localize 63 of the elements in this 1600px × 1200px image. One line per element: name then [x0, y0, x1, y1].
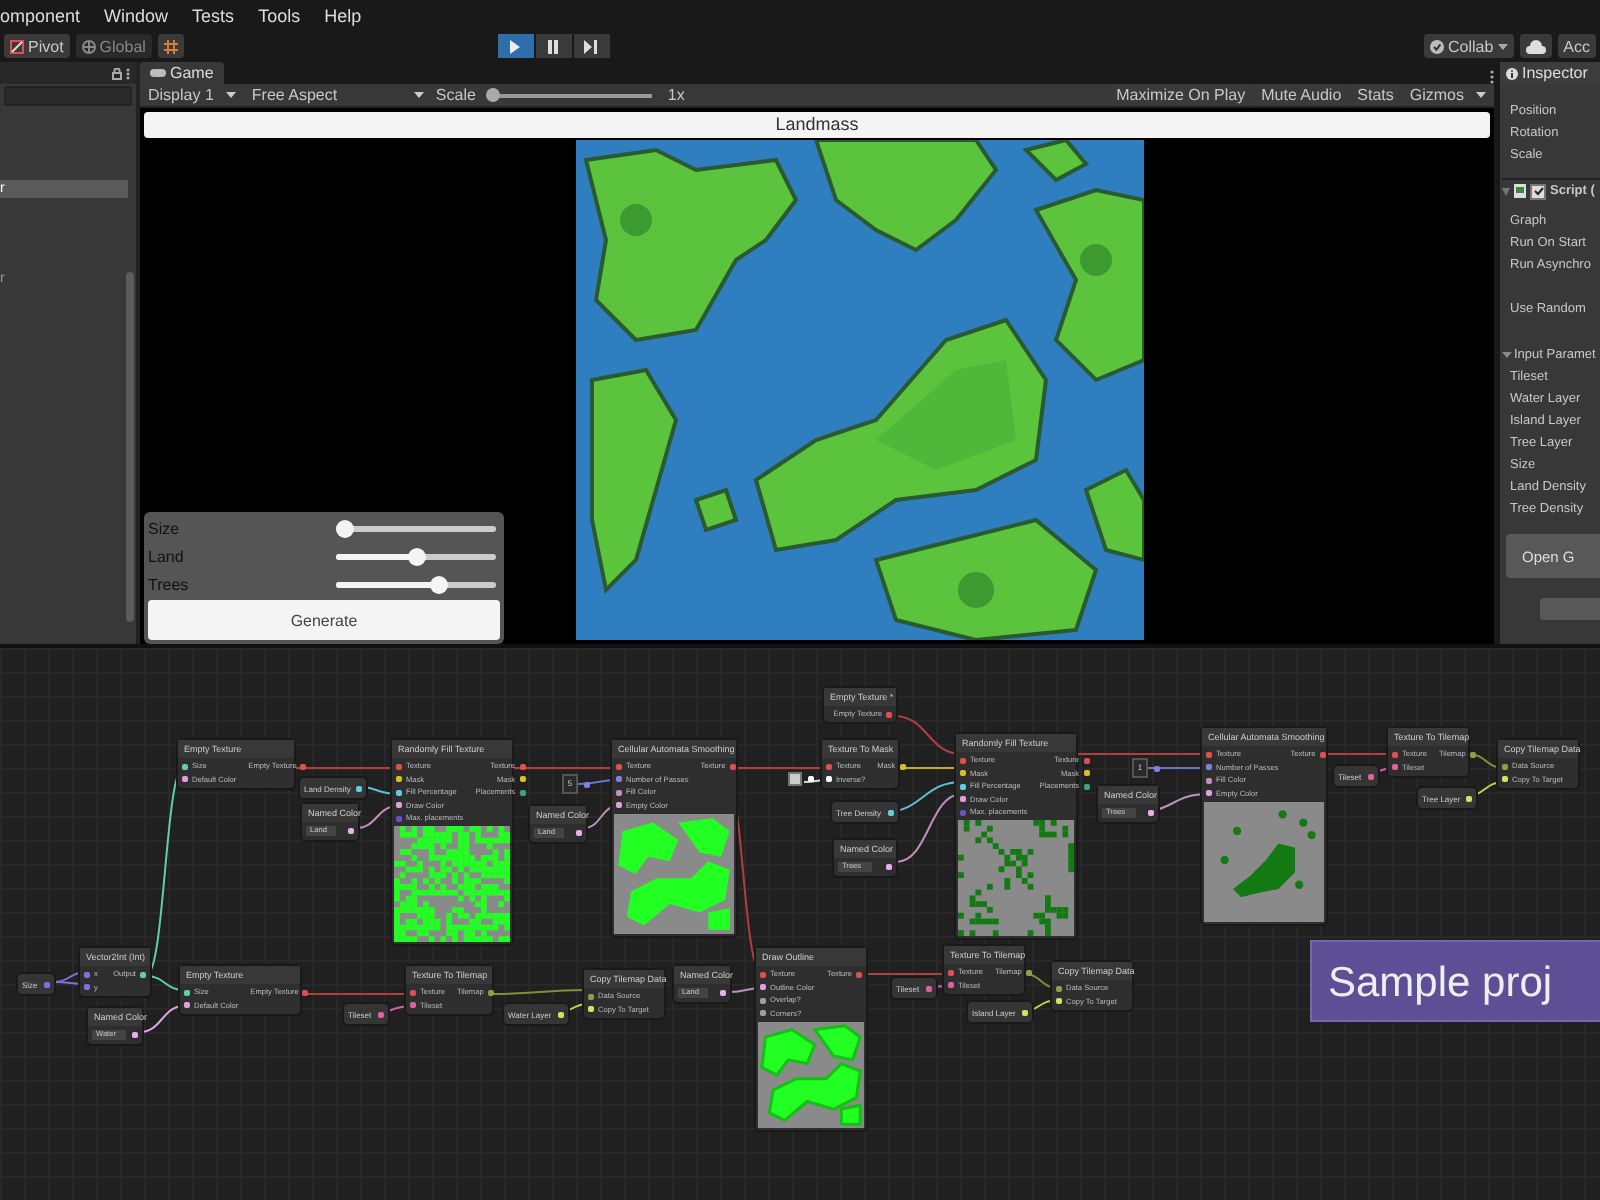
grid-snap-button[interactable] [157, 34, 184, 58]
scrollbar[interactable] [126, 272, 134, 622]
texture-preview-drawing [614, 813, 734, 933]
slider-label: Land [148, 547, 184, 565]
scale-label: Scale [435, 86, 476, 104]
slider-thumb[interactable] [336, 519, 354, 537]
toggle-button[interactable]: Stats [1353, 85, 1398, 105]
generate-button[interactable]: Generate [148, 600, 500, 640]
toggle-button[interactable]: Mute Audio [1257, 85, 1346, 105]
enabled-checkbox[interactable] [1530, 183, 1546, 199]
inspector-tab[interactable]: Inspector [1500, 62, 1600, 84]
step-icon [584, 39, 599, 53]
cloud-button[interactable] [1519, 34, 1552, 58]
menu-item[interactable]: Help [324, 5, 362, 25]
pivot-button[interactable]: Pivot [4, 34, 70, 58]
menu-item[interactable]: Tools [258, 5, 301, 25]
info-icon [1506, 67, 1518, 79]
game-title: Landmass [144, 112, 1490, 138]
texture-preview-drawing [958, 820, 1074, 936]
caret-icon [1497, 43, 1508, 49]
account-button[interactable]: Acc [1557, 34, 1597, 58]
check-icon [1533, 186, 1543, 196]
check-circle-icon [1429, 39, 1444, 53]
pause-icon [546, 39, 561, 53]
play-button[interactable] [497, 34, 534, 58]
caret-icon[interactable] [1502, 187, 1510, 195]
pause-button[interactable] [535, 34, 572, 58]
menu-item[interactable]: Tests [192, 5, 235, 25]
slider-thumb[interactable] [408, 547, 426, 565]
step-button[interactable] [573, 34, 610, 58]
game-tab[interactable]: Game [140, 62, 224, 84]
caret-icon [413, 92, 424, 98]
texture-preview-drawing [394, 826, 510, 942]
slider-label: Trees [148, 575, 189, 593]
texture-preview-drawing [1204, 801, 1324, 921]
texture-preview-drawing [758, 1021, 864, 1127]
pivot-icon [10, 39, 24, 53]
gizmos-dropdown[interactable]: Gizmos [1405, 86, 1490, 104]
cloud-icon [1525, 39, 1546, 53]
slider[interactable] [336, 581, 496, 587]
toggle-button[interactable]: Maximize On Play [1112, 85, 1250, 105]
caret-icon [1476, 92, 1486, 98]
menu-item[interactable]: Window [104, 5, 169, 25]
play-icon [508, 39, 523, 53]
globe-icon [81, 39, 96, 53]
menu-item[interactable]: omponent [0, 5, 81, 25]
slider[interactable] [336, 553, 496, 559]
slider[interactable] [336, 525, 496, 531]
lock-icon[interactable] [112, 67, 122, 79]
display-dropdown[interactable]: Display 1 [144, 86, 240, 104]
toggle-checkbox[interactable] [788, 772, 802, 786]
caret-icon [225, 92, 236, 98]
sample-project-banner: Sample proj [1310, 940, 1600, 1022]
scale-value: 1x [667, 86, 685, 104]
caret-icon[interactable] [1502, 350, 1512, 360]
global-button[interactable]: Global [75, 34, 152, 58]
collab-dropdown[interactable]: Collab [1423, 34, 1514, 58]
grid-icon [163, 39, 178, 53]
script-icon [1514, 184, 1526, 198]
aspect-dropdown[interactable]: Free Aspect [247, 86, 428, 104]
slider-thumb[interactable] [429, 575, 448, 593]
slider-label: Size [148, 519, 180, 537]
slider-thumb[interactable] [485, 87, 500, 101]
